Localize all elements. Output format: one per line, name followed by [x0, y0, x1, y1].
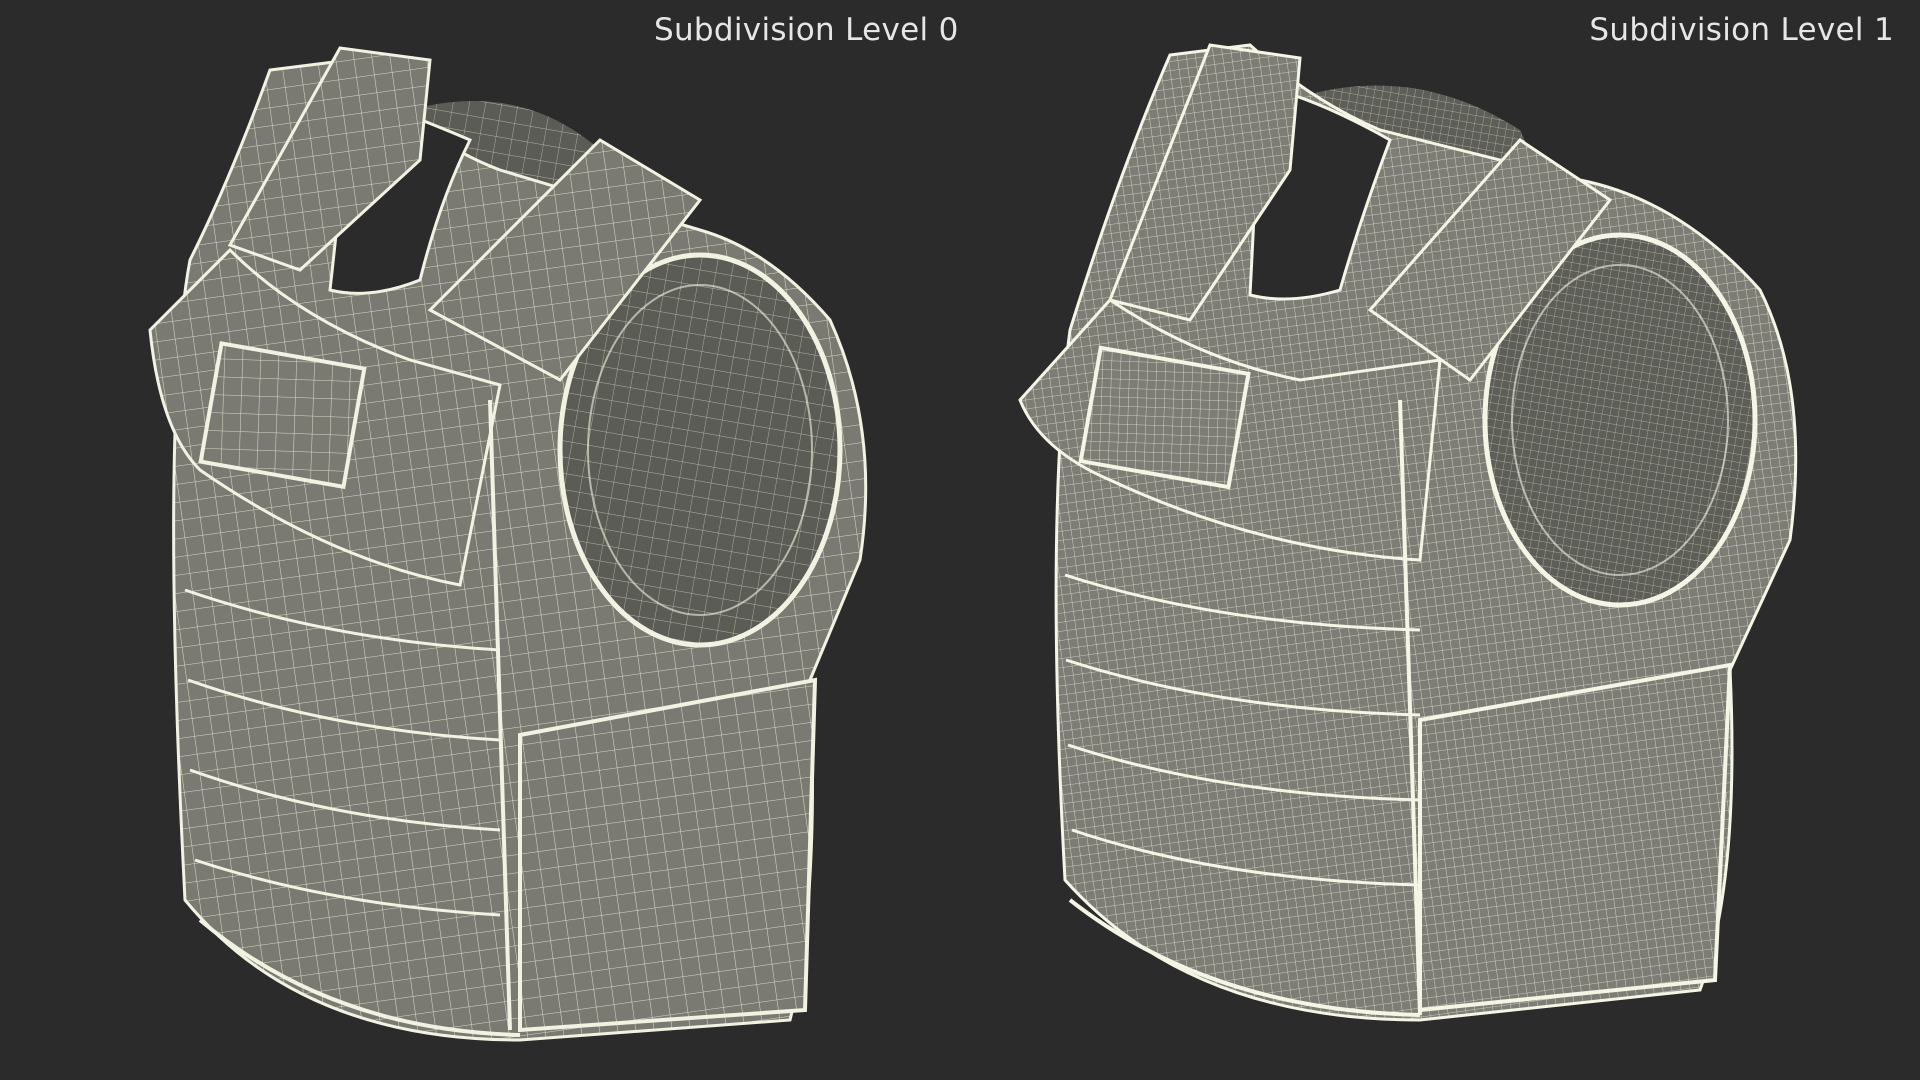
side-panel — [518, 677, 818, 1033]
subdivision-level-0-view — [148, 46, 868, 1042]
render-viewport: Subdivision Level 0 Subdivision Level 1 — [0, 0, 1920, 1080]
subdivision-level-1-label: Subdivision Level 1 — [1589, 12, 1894, 48]
subdivision-level-0-label: Subdivision Level 0 — [654, 12, 959, 48]
subdivision-level-1-view — [1018, 43, 1798, 1022]
side-panel — [1418, 662, 1733, 1013]
name-patch — [1078, 345, 1251, 490]
name-patch — [198, 341, 367, 490]
